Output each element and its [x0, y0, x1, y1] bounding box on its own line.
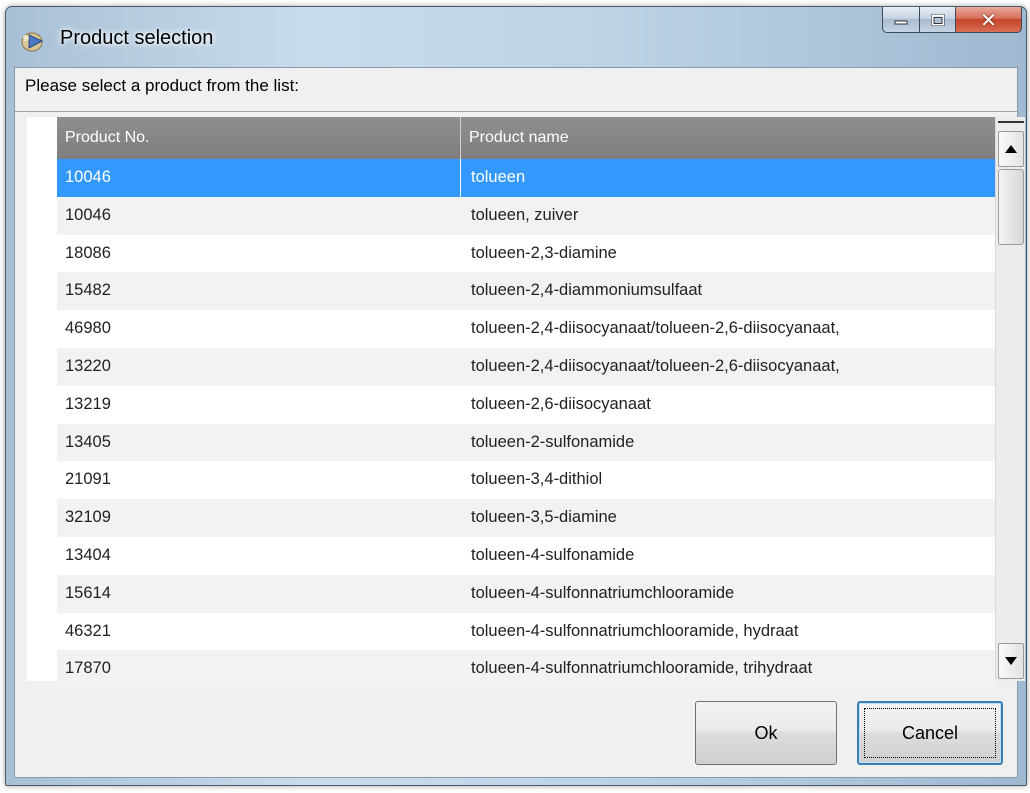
focus-rectangle — [864, 708, 996, 758]
product-no-cell: 21091 — [65, 470, 111, 489]
table-row[interactable]: 18086 tolueen-2,3-diamine — [57, 235, 995, 273]
table-row[interactable]: 32109 tolueen-3,5-diamine — [57, 499, 995, 537]
cancel-button[interactable]: Cancel — [857, 701, 1003, 765]
row-header-column — [27, 117, 57, 681]
title-bar[interactable]: Product selection ✕ — [6, 7, 1026, 67]
app-icon — [21, 32, 44, 52]
product-no-cell: 10046 — [65, 205, 111, 224]
product-selection-window: Product selection ✕ Please select a prod… — [5, 6, 1027, 786]
table-row[interactable]: 13219 tolueen-2,6-diisocyanaat — [57, 386, 995, 424]
product-name-cell: tolueen — [471, 168, 526, 186]
product-no-cell: 13405 — [65, 432, 111, 451]
table-row[interactable]: 13220 tolueen-2,4-diisocyanaat/tolueen-2,… — [57, 347, 995, 386]
product-no-cell: 10046 — [57, 159, 461, 197]
product-name-cell: tolueen-4-sulfonamide — [471, 545, 635, 564]
scroll-down-button[interactable] — [998, 643, 1024, 679]
close-icon: ✕ — [980, 7, 997, 32]
ok-button[interactable]: Ok — [695, 701, 837, 765]
product-no-cell: 13220 — [65, 356, 111, 375]
product-no-cell: 17870 — [65, 659, 111, 678]
product-name-cell: tolueen-2,6-diisocyanaat — [471, 394, 651, 413]
arrow-up-icon — [1005, 145, 1017, 153]
product-name-cell: tolueen-2,4-diammoniumsulfaat — [471, 281, 703, 300]
vertical-scrollbar[interactable] — [995, 117, 1025, 681]
dialog-client-area: Please select a product from the list: P… — [14, 67, 1025, 778]
table-row[interactable]: 15614 tolueen-4-sulfonnatriumchlooramide — [57, 574, 995, 613]
grid-rows: 10046 tolueen 10046 tolueen, zuiver 18086 tol… — [57, 159, 995, 689]
product-name-cell: tolueen-4-sulfonnatriumchlooramide, trih… — [471, 659, 813, 678]
product-no-cell: 46980 — [65, 319, 111, 338]
arrow-down-icon — [1005, 657, 1017, 665]
separator-line — [15, 111, 1017, 112]
table-row[interactable]: 10046 tolueen — [57, 159, 995, 197]
table-row[interactable]: 46980 tolueen-2,4-diisocyanaat/tolueen-2,… — [57, 310, 995, 348]
product-name-cell: tolueen-2,3-diamine — [471, 243, 617, 262]
product-no-cell: 32109 — [65, 508, 111, 527]
product-name-cell: tolueen-4-sulfonnatriumchlooramide — [471, 583, 735, 602]
product-no-cell: 13219 — [65, 394, 111, 413]
product-name-cell: tolueen-3,5-diamine — [471, 508, 617, 527]
minimize-icon — [894, 20, 908, 24]
scrollbar-thumb[interactable] — [998, 169, 1024, 245]
product-name-cell: tolueen-2,4-diisocyanaat/tolueen-2,6-dii… — [471, 319, 840, 338]
table-row[interactable]: 13405 tolueen-2-sulfonamide — [57, 423, 995, 462]
product-no-cell: 15614 — [65, 583, 111, 602]
product-no-cell: 46321 — [65, 621, 111, 640]
product-no-cell: 13404 — [65, 545, 111, 564]
close-button[interactable]: ✕ — [956, 7, 1022, 33]
maximize-icon — [931, 13, 944, 26]
product-name-cell: tolueen-4-sulfonnatriumchlooramide, hydr… — [471, 621, 799, 640]
table-row[interactable]: 17870 tolueen-4-sulfonnatriumchlooramide,… — [57, 650, 995, 689]
instruction-label: Please select a product from the list: — [25, 76, 300, 95]
table-row[interactable]: 46321 tolueen-4-sulfonnatriumchlooramide,… — [57, 613, 995, 651]
product-name-cell: tolueen-3,4-dithiol — [471, 470, 603, 489]
table-row[interactable]: 15482 tolueen-2,4-diammoniumsulfaat — [57, 272, 995, 311]
maximize-button[interactable] — [920, 7, 956, 33]
column-header-product-name[interactable]: Product name — [461, 117, 995, 159]
product-name-cell: tolueen, zuiver — [471, 205, 579, 224]
product-no-cell: 15482 — [65, 281, 111, 300]
scrollbar-top-edge — [998, 121, 1024, 129]
product-grid[interactable]: Product No. Product name 10046 tolueen 100… — [27, 117, 995, 689]
column-headers: Product No. Product name — [57, 117, 995, 159]
table-row[interactable]: 10046 tolueen, zuiver — [57, 196, 995, 235]
window-title: Product selection — [60, 27, 214, 49]
product-name-cell: tolueen-2,4-diisocyanaat/tolueen-2,6-dii… — [471, 356, 840, 375]
table-row[interactable]: 21091 tolueen-3,4-dithiol — [57, 461, 995, 499]
table-row[interactable]: 13404 tolueen-4-sulfonamide — [57, 537, 995, 575]
product-no-cell: 18086 — [65, 243, 111, 262]
product-name-cell: tolueen-2-sulfonamide — [471, 432, 635, 451]
minimize-button[interactable] — [882, 7, 920, 33]
column-header-product-no[interactable]: Product No. — [57, 117, 461, 159]
caption-buttons: ✕ — [882, 7, 1022, 33]
scroll-up-button[interactable] — [998, 131, 1024, 167]
